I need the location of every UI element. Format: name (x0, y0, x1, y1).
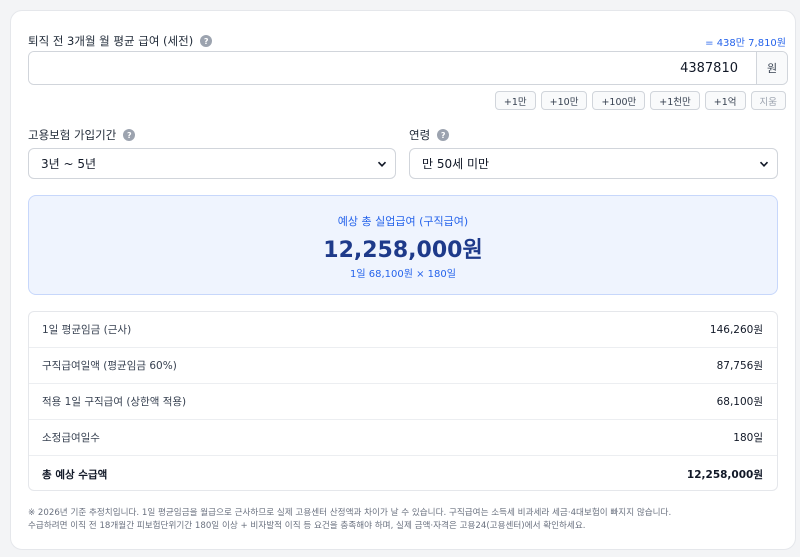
salary-label-row: 퇴직 전 3개월 월 평균 급여 (세전) ? (28, 33, 213, 49)
salary-field: 원 (28, 51, 788, 85)
help-icon[interactable]: ? (200, 35, 213, 47)
add-100m-button[interactable]: +1억 (704, 91, 746, 110)
table-row: 소정급여일수 180일 (29, 420, 777, 456)
table-row: 1일 평균임금 (근사) 146,260원 (29, 312, 777, 348)
salary-unit: 원 (756, 52, 787, 84)
help-icon[interactable]: ? (123, 129, 136, 141)
chevron-down-icon (377, 161, 387, 167)
salary-converted: = 438만 7,810원 (705, 38, 786, 49)
row-label: 1일 평균임금 (근사) (42, 324, 132, 336)
add-1m-button[interactable]: +100만 (592, 91, 646, 110)
age-select[interactable]: 만 50세 미만 (409, 148, 778, 179)
age-label-row: 연령 ? (409, 127, 450, 143)
row-value: 87,756원 (716, 360, 763, 372)
total-label: 총 예상 수급액 (42, 468, 108, 481)
disclaimer-note: ※ 2026년 기준 추정치입니다. 1일 평균임금을 월급으로 근사하므로 실… (28, 507, 788, 533)
chevron-down-icon (759, 161, 769, 167)
row-label: 구직급여일액 (평균임금 60%) (42, 360, 177, 372)
row-value: 180일 (733, 432, 763, 444)
insurance-label-row: 고용보험 가입기간 ? (28, 127, 136, 143)
age-label: 연령 (409, 128, 431, 142)
add-100k-button[interactable]: +10만 (540, 91, 588, 110)
total-value: 12,258,000원 (686, 468, 763, 481)
salary-input[interactable] (29, 52, 756, 84)
row-value: 146,260원 (709, 324, 763, 336)
insurance-period-label: 고용보험 가입기간 (28, 128, 117, 142)
breakdown-table: 1일 평균임금 (근사) 146,260원 구직급여일액 (평균임금 60%) … (28, 311, 778, 491)
add-10m-button[interactable]: +1천만 (650, 91, 700, 110)
result-panel: 예상 총 실업급여 (구직급여) 12,258,000원 1일 68,100원 … (28, 195, 778, 295)
result-amount: 12,258,000원 (323, 238, 483, 263)
row-label: 소정급여일수 (42, 432, 100, 444)
note-line-1: ※ 2026년 기준 추정치입니다. 1일 평균임금을 월급으로 근사하므로 실… (28, 508, 672, 518)
result-formula: 1일 68,100원 × 180일 (350, 269, 456, 280)
row-label: 적용 1일 구직급여 (상한액 적용) (42, 396, 187, 408)
result-title: 예상 총 실업급여 (구직급여) (337, 215, 469, 228)
table-row: 구직급여일액 (평균임금 60%) 87,756원 (29, 348, 777, 384)
help-icon[interactable]: ? (437, 129, 450, 141)
quick-add-buttons: +1만 +10만 +100만 +1천만 +1억 지움 (494, 91, 786, 110)
salary-label: 퇴직 전 3개월 월 평균 급여 (세전) (28, 34, 194, 48)
add-10k-button[interactable]: +1만 (494, 91, 536, 110)
insurance-period-value: 3년 ~ 5년 (41, 157, 97, 171)
note-line-2: 수급하려면 이직 전 18개월간 피보험단위기간 180일 이상 + 비자발적 … (28, 521, 586, 531)
total-row: 총 예상 수급액 12,258,000원 (29, 456, 777, 490)
age-value: 만 50세 미만 (422, 157, 490, 171)
table-row: 적용 1일 구직급여 (상한액 적용) 68,100원 (29, 384, 777, 420)
insurance-period-select[interactable]: 3년 ~ 5년 (28, 148, 396, 179)
clear-button[interactable]: 지움 (750, 91, 786, 110)
calculator-card: 퇴직 전 3개월 월 평균 급여 (세전) ? = 438만 7,810원 원 … (10, 10, 796, 550)
row-value: 68,100원 (716, 396, 763, 408)
